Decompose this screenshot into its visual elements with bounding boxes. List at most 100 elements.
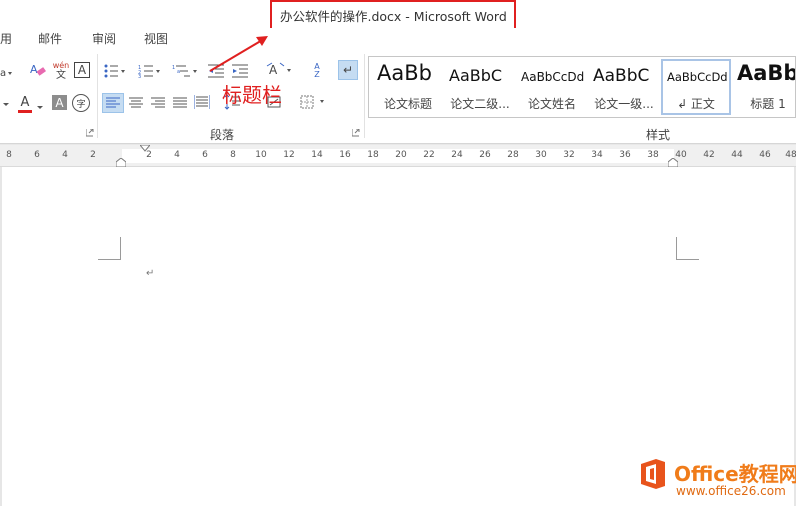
- tab-review[interactable]: 审阅: [92, 30, 116, 47]
- ribbon-tabs: 用 邮件 审阅 视图: [0, 28, 796, 48]
- style-item[interactable]: AaBb 标题 1: [733, 59, 796, 115]
- font-color-dropdown[interactable]: [36, 100, 44, 116]
- show-hide-mark-glyph: ↵: [342, 63, 354, 77]
- horizontal-ruler[interactable]: 8 6 4 2 2 4 6 8 10 12 14 16 18 20 22 24 …: [0, 145, 796, 167]
- window-title: 办公软件的操作.docx - Microsoft Word: [280, 9, 507, 24]
- ruler-tick: 6: [34, 150, 40, 160]
- ruler-tick: 12: [283, 150, 295, 160]
- watermark-brand: Office教程网: [674, 462, 796, 486]
- style-preview: AaBb: [737, 61, 796, 85]
- ruler-tick: 8: [230, 150, 236, 160]
- enclose-characters-icon[interactable]: 字: [72, 94, 90, 112]
- borders-icon[interactable]: [300, 94, 330, 110]
- svg-text:3: 3: [138, 74, 141, 78]
- title-bar: 办公软件的操作.docx - Microsoft Word: [0, 0, 796, 31]
- font-size-dropdown[interactable]: a: [0, 64, 14, 80]
- ruler-tick: 34: [591, 150, 603, 160]
- align-left-icon[interactable]: [102, 93, 124, 113]
- office-logo-icon: [641, 459, 665, 489]
- margin-crop-mark: [98, 237, 121, 260]
- sort-icon[interactable]: A Z: [308, 62, 326, 80]
- margin-crop-mark: [676, 237, 699, 260]
- style-preview: AaBbCcDd: [667, 70, 728, 84]
- ruler-tick: 20: [395, 150, 407, 160]
- multilevel-list-icon[interactable]: 1a: [172, 63, 200, 79]
- highlight-dropdown[interactable]: [0, 96, 12, 112]
- ruler-tick: 6: [202, 150, 208, 160]
- ruler-tick: 30: [535, 150, 547, 160]
- phonetic-guide-icon[interactable]: wén 文: [52, 61, 70, 81]
- annotation-arrow-icon: [209, 36, 268, 72]
- sort-char-z: Z: [314, 70, 320, 79]
- ruler-tick: 46: [759, 150, 771, 160]
- style-item[interactable]: AaBb 论文标题: [373, 59, 443, 115]
- style-preview: AaBbCcDd: [521, 70, 585, 84]
- watermark-url: www.office26.com: [676, 484, 786, 498]
- ruler-tick: 42: [703, 150, 715, 160]
- style-name: 标题 1: [750, 97, 786, 111]
- hanging-indent-marker-icon[interactable]: [116, 158, 126, 167]
- font-color-char: A: [20, 94, 30, 110]
- paragraph-dialog-launcher-icon[interactable]: [352, 129, 360, 137]
- style-name: ↲ 正文: [677, 97, 715, 111]
- enclose-char: 字: [76, 99, 86, 110]
- paragraph-group-label: 段落: [210, 128, 235, 142]
- ruler-tick: 48: [785, 150, 796, 160]
- style-preview: AaBb: [377, 61, 432, 85]
- shading-char: A: [55, 95, 64, 110]
- ruler-tick: 10: [255, 150, 267, 160]
- ruler-tick: 2: [90, 150, 96, 160]
- distributed-icon[interactable]: [194, 94, 210, 110]
- style-item[interactable]: AaBbCcDd 论文姓名: [517, 59, 587, 115]
- tab-references[interactable]: 用: [0, 30, 12, 47]
- svg-text:A: A: [30, 63, 38, 76]
- svg-text:a: a: [177, 69, 180, 75]
- site-watermark: Office教程网 www.office26.com: [634, 454, 796, 506]
- right-indent-marker-icon[interactable]: [668, 158, 678, 167]
- ruler-tick: 4: [62, 150, 68, 160]
- style-item[interactable]: AaBbC 论文一级...: [589, 59, 659, 115]
- group-separator: [364, 54, 365, 138]
- font-dialog-launcher-icon[interactable]: [86, 129, 94, 137]
- svg-text:1: 1: [172, 65, 175, 71]
- style-preview: AaBbC: [593, 66, 650, 86]
- style-name: 论文姓名: [527, 97, 576, 111]
- first-line-indent-marker-icon[interactable]: [140, 145, 150, 152]
- tab-view[interactable]: 视图: [144, 30, 168, 47]
- ruler-tick: 32: [563, 150, 575, 160]
- numbering-icon[interactable]: 123: [138, 63, 162, 79]
- paragraph-mark: ↵: [146, 268, 155, 279]
- group-separator: [97, 54, 98, 138]
- character-shading-icon[interactable]: A: [52, 95, 67, 110]
- show-hide-marks-icon[interactable]: ↵: [338, 60, 358, 80]
- styles-group-label: 样式: [646, 128, 671, 142]
- character-border-icon[interactable]: A: [74, 62, 90, 78]
- ruler-tick: 16: [339, 150, 351, 160]
- phonetic-sub-label: 文: [56, 69, 66, 81]
- bullets-icon[interactable]: [104, 63, 126, 79]
- justify-icon[interactable]: [172, 95, 188, 111]
- style-preview: AaBbC: [449, 66, 503, 85]
- ruler-tick: 22: [423, 150, 435, 160]
- ruler-tick: 44: [731, 150, 743, 160]
- align-center-icon[interactable]: [128, 95, 144, 111]
- styles-gallery: AaBb 论文标题 AaBbC 论文二级... AaBbCcDd 论文姓名 Aa…: [368, 56, 796, 118]
- eraser-clear-format-icon[interactable]: A: [30, 62, 46, 78]
- ruler-tick: 4: [174, 150, 180, 160]
- style-item[interactable]: AaBbC 论文二级...: [445, 59, 515, 115]
- style-name: 论文二级...: [450, 97, 510, 111]
- style-name: 论文标题: [383, 97, 432, 111]
- tab-mailings[interactable]: 邮件: [38, 30, 62, 47]
- align-right-icon[interactable]: [150, 95, 166, 111]
- phonetic-label: wén: [52, 60, 70, 70]
- title-highlight-box: 办公软件的操作.docx - Microsoft Word: [270, 0, 516, 31]
- style-item-normal[interactable]: AaBbCcDd ↲ 正文: [661, 59, 731, 115]
- ruler-tick: 24: [451, 150, 463, 160]
- ruler-tick: 26: [479, 150, 491, 160]
- svg-text:a: a: [0, 68, 6, 77]
- ribbon: a A wén 文 A A A 字 123 1a A A Z ↵ 段落 AaBb…: [0, 48, 796, 144]
- font-color-icon[interactable]: A: [16, 94, 34, 114]
- annotation-label: 标题栏: [222, 83, 282, 107]
- ruler-tick: 8: [6, 150, 12, 160]
- border-char: A: [77, 63, 87, 77]
